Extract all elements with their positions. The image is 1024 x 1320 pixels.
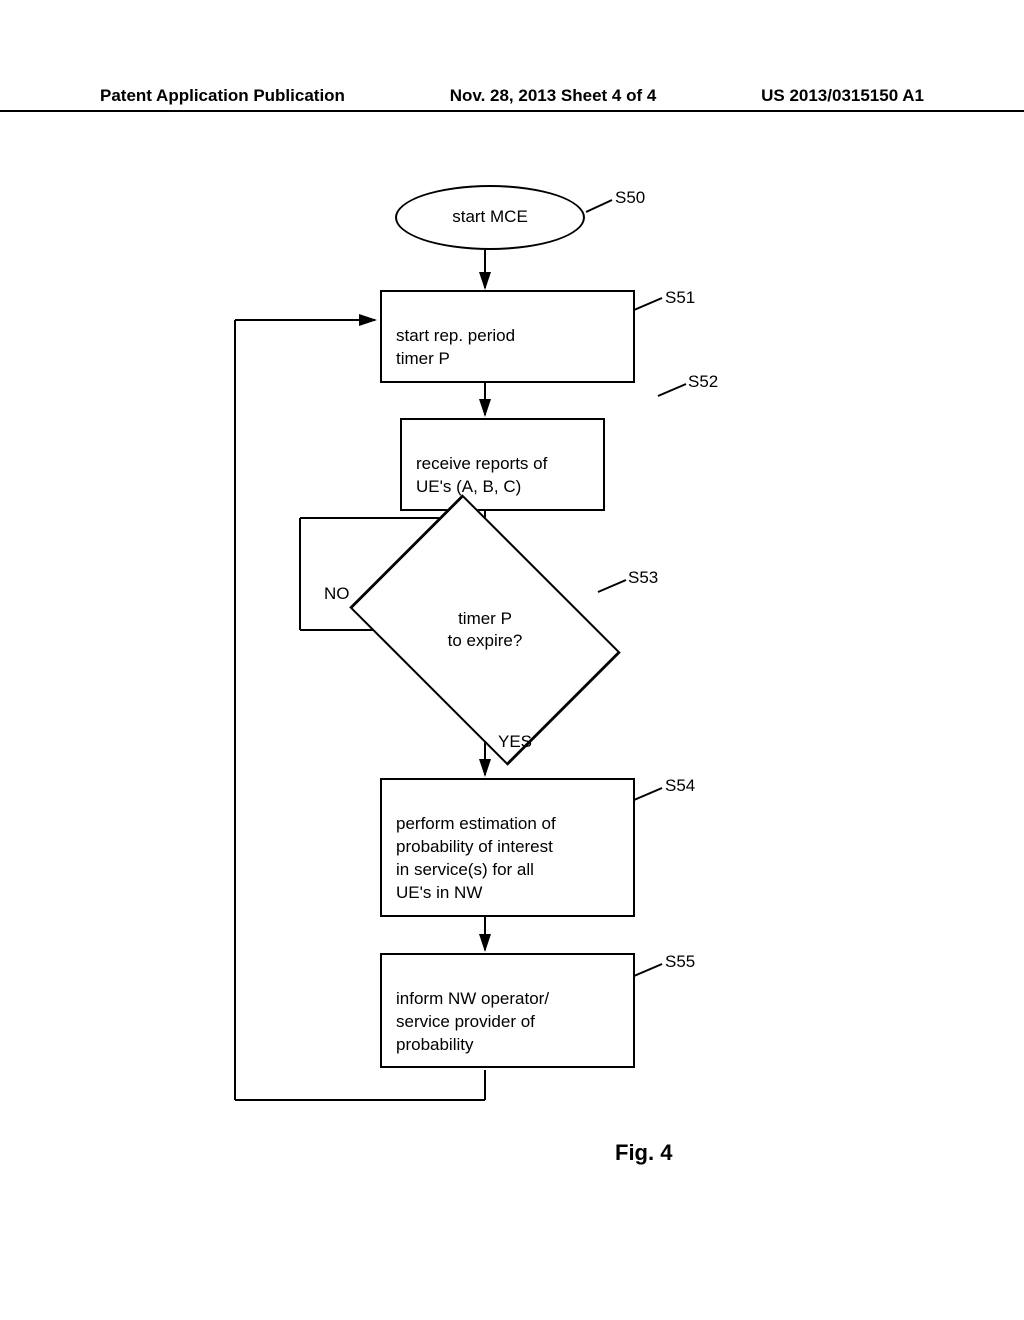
start-node-label: start MCE	[452, 206, 528, 229]
process-start-timer: start rep. period timer P	[380, 290, 635, 383]
process-estimate-probability-label: perform estimation of probability of int…	[396, 814, 556, 902]
decision-timer-expire-label: timer P to expire?	[448, 608, 523, 652]
header-right: US 2013/0315150 A1	[761, 86, 924, 106]
decision-yes-label: YES	[498, 732, 532, 752]
header-center: Nov. 28, 2013 Sheet 4 of 4	[450, 86, 657, 106]
process-receive-reports: receive reports of UE's (A, B, C)	[400, 418, 605, 511]
decision-no-label: NO	[324, 584, 350, 604]
step-label-s52: S52	[688, 372, 718, 392]
header-left: Patent Application Publication	[100, 86, 345, 106]
step-label-s54: S54	[665, 776, 695, 796]
step-label-s50: S50	[615, 188, 645, 208]
process-inform-operator: inform NW operator/ service provider of …	[380, 953, 635, 1068]
step-label-s53: S53	[628, 568, 658, 588]
flowchart: start MCE S50 start rep. period timer P …	[0, 180, 1024, 1180]
process-inform-operator-label: inform NW operator/ service provider of …	[396, 989, 549, 1054]
process-start-timer-label: start rep. period timer P	[396, 326, 515, 368]
step-label-s51: S51	[665, 288, 695, 308]
decision-timer-expire: timer P to expire?	[405, 550, 565, 710]
start-node: start MCE	[395, 185, 585, 250]
process-estimate-probability: perform estimation of probability of int…	[380, 778, 635, 917]
figure-caption: Fig. 4	[615, 1140, 672, 1166]
process-receive-reports-label: receive reports of UE's (A, B, C)	[416, 454, 547, 496]
step-label-s55: S55	[665, 952, 695, 972]
page-header: Patent Application Publication Nov. 28, …	[0, 86, 1024, 112]
